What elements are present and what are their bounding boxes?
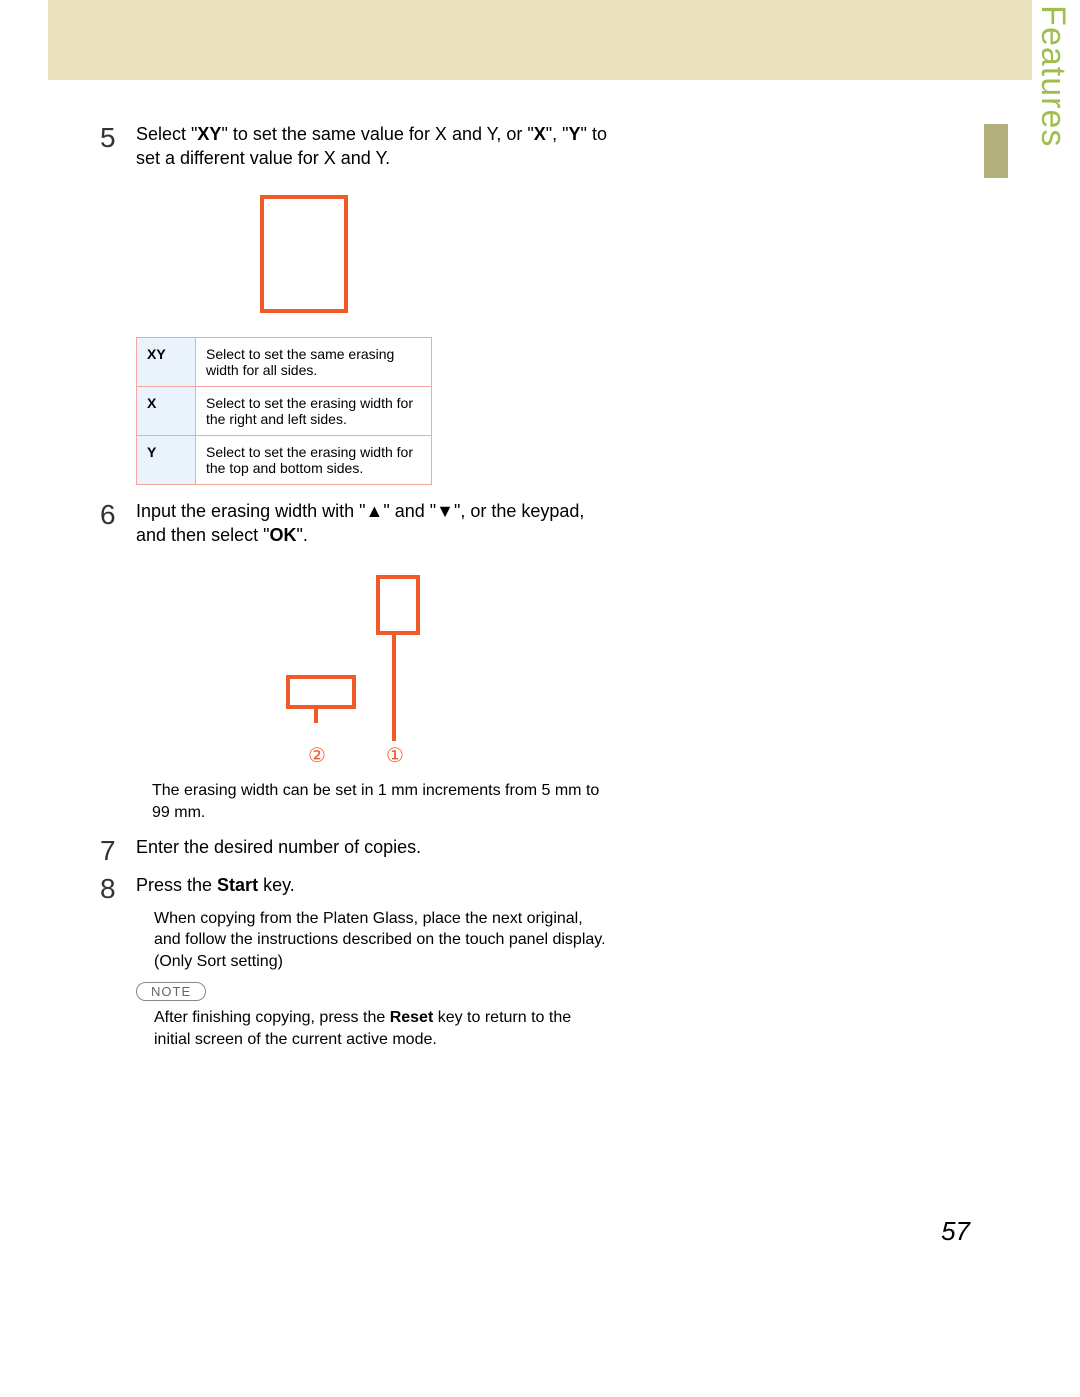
table-value: Select to set the same erasing width for… xyxy=(196,337,432,386)
callout-line-2 xyxy=(314,705,318,723)
table-key: X xyxy=(137,386,196,435)
chapter-title: More Menus Features xyxy=(1034,0,1072,147)
figure-page-outline xyxy=(260,195,348,313)
table-row: X Select to set the erasing width for th… xyxy=(137,386,432,435)
callout-label-1: ① xyxy=(386,743,404,768)
callout-box-2 xyxy=(286,675,356,709)
step-number: 5 xyxy=(100,122,136,152)
step-number: 7 xyxy=(100,835,136,865)
table-row: Y Select to set the erasing width for th… xyxy=(137,435,432,484)
callout-label-2: ② xyxy=(308,743,326,768)
step-body: Enter the desired number of copies. xyxy=(136,835,608,859)
note-body: After finishing copying, press the Reset… xyxy=(154,1007,608,1050)
table-key: XY xyxy=(137,337,196,386)
header-band xyxy=(48,0,1032,80)
erasing-width-note: The erasing width can be set in 1 mm inc… xyxy=(152,780,608,823)
note-section: NOTE After finishing copying, press the … xyxy=(136,982,608,1050)
table-value: Select to set the erasing width for the … xyxy=(196,386,432,435)
callout-line-1 xyxy=(392,631,396,741)
step-body: Input the erasing width with "▲" and "▼"… xyxy=(136,499,608,548)
step-body: Press the Start key. When copying from t… xyxy=(136,873,608,972)
step-7: 7 Enter the desired number of copies. xyxy=(100,835,608,865)
page-number: 57 xyxy=(941,1216,970,1247)
table-row: XY Select to set the same erasing width … xyxy=(137,337,432,386)
note-pill: NOTE xyxy=(136,982,206,1001)
xy-option-table: XY Select to set the same erasing width … xyxy=(136,337,432,485)
table-value: Select to set the erasing width for the … xyxy=(196,435,432,484)
step-5: 5 Select "XY" to set the same value for … xyxy=(100,122,608,171)
step-number: 6 xyxy=(100,499,136,529)
content-column: 5 Select "XY" to set the same value for … xyxy=(100,118,608,1055)
step-number: 8 xyxy=(100,873,136,903)
manual-page: Chapter 2 More Menus Features 5 Select "… xyxy=(0,0,1080,1397)
step-8: 8 Press the Start key. When copying from… xyxy=(100,873,608,972)
side-chapter-label: Chapter 2 More Menus Features xyxy=(1036,0,1070,165)
step-6: 6 Input the erasing width with "▲" and "… xyxy=(100,499,608,548)
table-key: Y xyxy=(137,435,196,484)
figure-keypad-callouts: ① ② xyxy=(136,575,456,770)
step-8-sub: When copying from the Platen Glass, plac… xyxy=(154,908,608,973)
callout-box-1 xyxy=(376,575,420,635)
chapter-tab-stripe xyxy=(984,124,1008,178)
step-body: Select "XY" to set the same value for X … xyxy=(136,122,608,171)
